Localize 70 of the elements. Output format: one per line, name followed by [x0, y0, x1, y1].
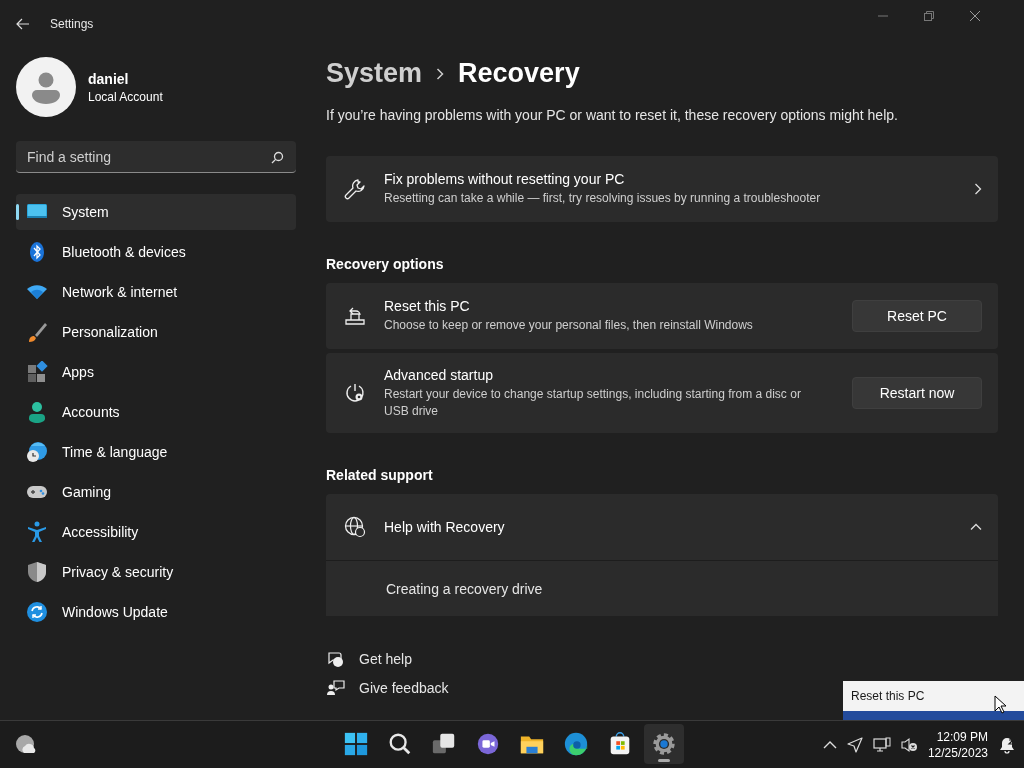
globe-icon: [344, 516, 366, 538]
accessibility-icon: [26, 521, 48, 543]
mouse-cursor-icon: [994, 695, 1007, 714]
shield-icon: [26, 561, 48, 583]
nav-item[interactable]: Bluetooth & devices: [16, 234, 296, 270]
chevron-up-icon[interactable]: [822, 740, 837, 749]
person-icon: [26, 401, 48, 423]
nav-item[interactable]: Accounts: [16, 394, 296, 430]
popup-text: Reset this PC: [851, 689, 925, 703]
card-title: Fix problems without resetting your PC: [384, 171, 626, 187]
nav-item[interactable]: Accessibility: [16, 514, 296, 550]
nav-item[interactable]: Privacy & security: [16, 554, 296, 590]
help-link[interactable]: Give feedback: [359, 679, 449, 696]
action-button[interactable]: Reset PC: [852, 300, 982, 332]
breadcrumb-link[interactable]: System: [326, 58, 423, 89]
notification-bell-icon[interactable]: [998, 735, 1016, 754]
account-type: Local Account: [88, 89, 163, 104]
avatar-icon: [16, 57, 76, 117]
action-button[interactable]: Restart now: [852, 377, 982, 409]
nav-item[interactable]: Personalization: [16, 314, 296, 350]
window-title: Settings: [50, 17, 94, 31]
help-link[interactable]: Get help: [359, 650, 412, 667]
search-icon: [271, 151, 284, 164]
globe-clock-icon: [26, 441, 48, 463]
card-subtitle: Resetting can take a while — first, try resolving issues by running a troubleshooter: [384, 190, 822, 207]
network-icon[interactable]: [872, 736, 891, 753]
expander-title: Help with Recovery: [384, 519, 506, 535]
card-title: Advanced startup: [384, 366, 494, 383]
nav-item[interactable]: System: [16, 194, 296, 230]
video-chat-icon: [475, 731, 501, 757]
section-heading: Recovery options: [326, 256, 445, 272]
chevron-up-icon: [970, 523, 982, 531]
description: If you’re having problems with your PC or want to reset it, these recovery options might help.: [326, 107, 899, 123]
card-subtitle: Restart your device to change startup settings, including starting from a disc or USB drive: [384, 385, 802, 420]
clock[interactable]: 12:09 PM 12/25/2023: [927, 728, 988, 761]
gear-icon: [651, 731, 677, 757]
search-field[interactable]: Find a setting: [16, 141, 296, 173]
reset-pc-icon: [344, 305, 366, 327]
browser-icon: [563, 731, 589, 757]
feedback-icon: [326, 679, 345, 696]
nav-item[interactable]: Windows Update: [16, 594, 296, 630]
running-indicator: [658, 759, 670, 762]
card-subtitle: Choose to keep or remove your personal files, then reinstall Windows: [384, 317, 754, 334]
speaker-muted-icon[interactable]: [900, 736, 918, 753]
wrench-icon: [344, 178, 366, 200]
nav-item[interactable]: Time & language: [16, 434, 296, 470]
back-arrow-icon[interactable]: [16, 18, 30, 30]
apps-icon: [26, 361, 48, 383]
nav-item[interactable]: Gaming: [16, 474, 296, 510]
selection-indicator: [16, 204, 19, 220]
restore-icon[interactable]: [924, 11, 934, 21]
start-icon: [343, 731, 369, 757]
update-icon: [26, 601, 48, 623]
nav-item[interactable]: Apps: [16, 354, 296, 390]
close-icon[interactable]: [970, 11, 980, 21]
section-heading: Related support: [326, 467, 434, 483]
nav-item[interactable]: Network & internet: [16, 274, 296, 310]
search-icon: [387, 731, 413, 757]
location-icon[interactable]: [846, 736, 863, 753]
card-title: Reset this PC: [384, 298, 471, 314]
help-chat-icon: [326, 650, 345, 667]
expander-header[interactable]: Help with Recovery: [326, 494, 998, 560]
chevron-right-icon: [974, 183, 982, 195]
chevron-right-icon: [436, 67, 445, 80]
troubleshoot-card[interactable]: Fix problems without resetting your PC Resetting can take a while — first, try resolving issues by running a troubleshooter: [326, 156, 998, 222]
help-link[interactable]: Creating a recovery drive: [386, 580, 543, 597]
user-name: daniel: [88, 70, 130, 87]
paintbrush-icon: [26, 321, 48, 343]
power-gear-icon: [344, 382, 366, 404]
page-title: Recovery: [458, 58, 580, 89]
